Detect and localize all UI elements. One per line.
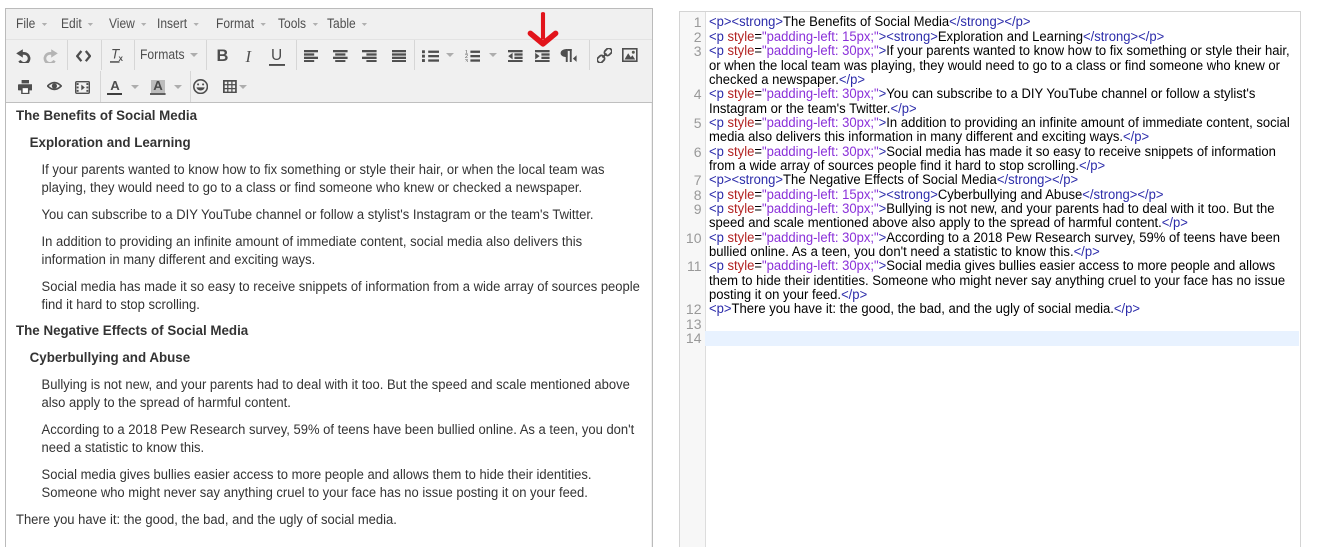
svg-text:A: A (153, 80, 163, 92)
svg-text:3: 3 (465, 58, 468, 62)
svg-text:A: A (110, 80, 120, 92)
